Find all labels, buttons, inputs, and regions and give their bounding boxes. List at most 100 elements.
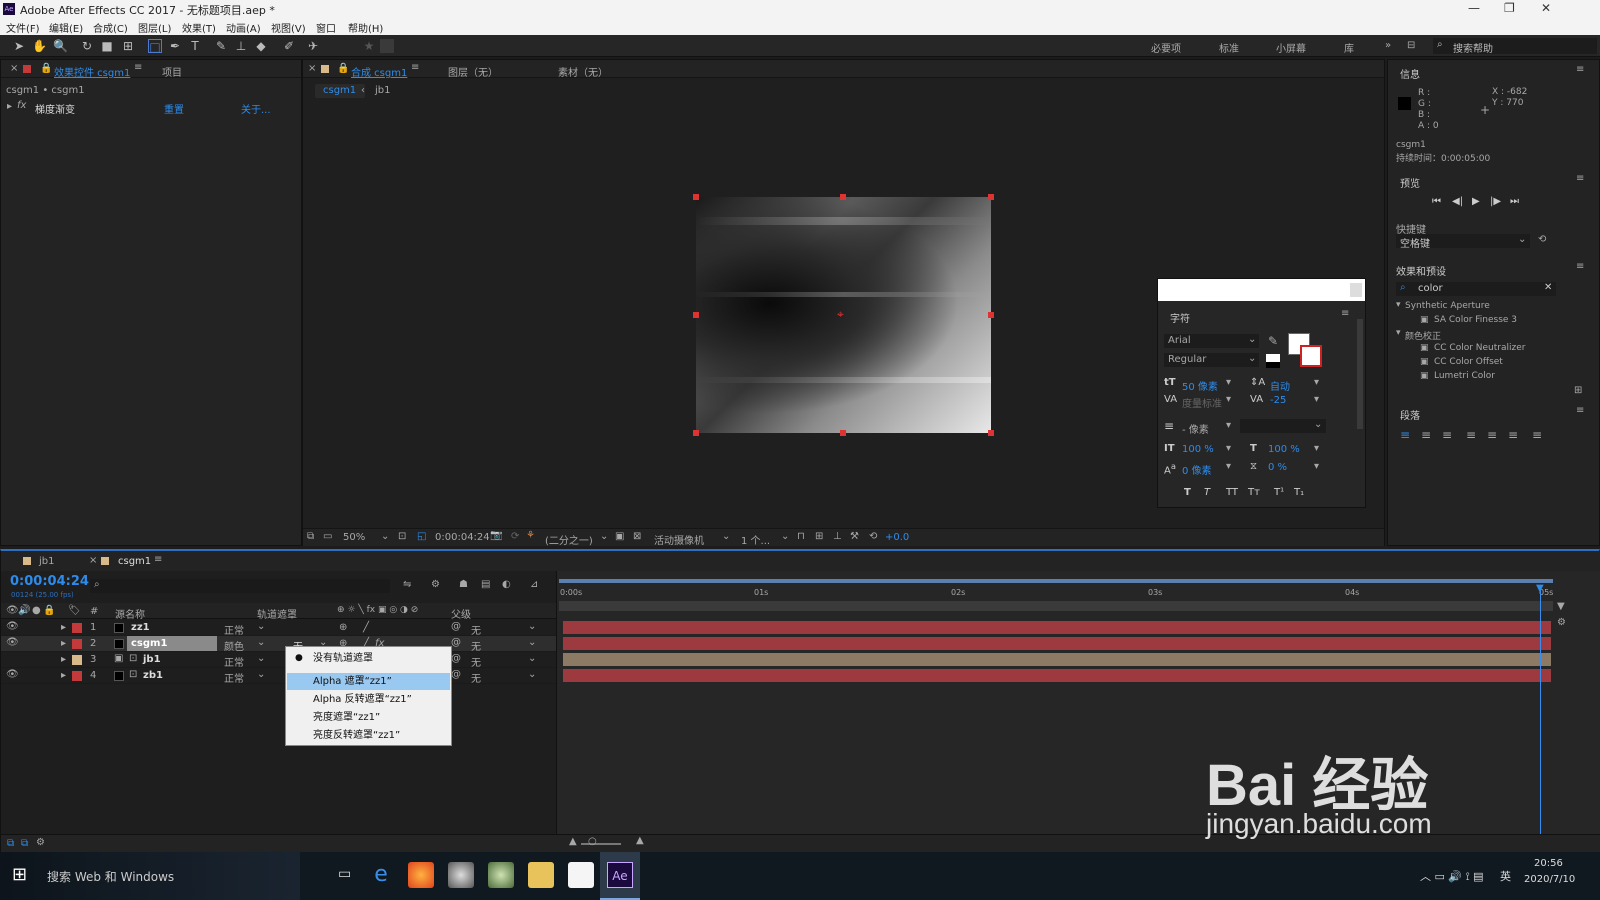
tracking-value[interactable]: -25 xyxy=(1270,395,1286,406)
zoom-tool-icon[interactable]: 🔍 xyxy=(53,39,68,53)
align-right-icon[interactable]: ≡ xyxy=(1442,428,1452,442)
layer-label-color[interactable] xyxy=(72,671,82,681)
group-expand-icon[interactable]: ▾ xyxy=(1396,328,1401,338)
effect-sa-color-finesse[interactable]: SA Color Finesse 3 xyxy=(1434,315,1517,325)
layer-bar[interactable] xyxy=(563,669,1551,682)
layer-name[interactable]: zb1 xyxy=(143,670,163,681)
layer-bar[interactable] xyxy=(563,621,1551,634)
lock-icon[interactable]: 🔒 xyxy=(337,63,349,74)
expand-arrow-icon[interactable]: ▸ xyxy=(61,654,66,665)
layer-bar[interactable] xyxy=(563,637,1551,650)
align-center-icon[interactable]: ≡ xyxy=(1421,428,1431,442)
lock-icon[interactable]: 🔒 xyxy=(40,63,52,74)
panel-scrollbar[interactable] xyxy=(1357,319,1363,429)
layer-label-color[interactable] xyxy=(72,639,82,649)
panel-menu-icon[interactable]: ≡ xyxy=(411,62,419,73)
chevron-down-icon[interactable]: ▾ xyxy=(1314,377,1319,388)
visibility-eye-icon[interactable]: 👁 xyxy=(6,637,19,648)
color-channels-icon[interactable]: ⚘ xyxy=(526,530,535,541)
transform-handle[interactable] xyxy=(693,312,699,318)
menu-help[interactable]: 帮助(H) xyxy=(348,20,383,35)
header-source-name[interactable]: 源名称 xyxy=(115,606,145,621)
expand-arrow-icon[interactable]: ▸ xyxy=(7,101,12,112)
more-workspaces-icon[interactable]: » xyxy=(1385,40,1391,51)
clone-stamp-tool-icon[interactable]: ⊥ xyxy=(234,39,248,53)
eyedropper-icon[interactable]: ✎ xyxy=(1268,334,1278,348)
previous-frame-icon[interactable]: ◀| xyxy=(1452,196,1463,207)
transform-handle[interactable] xyxy=(988,312,994,318)
chevron-down-icon[interactable]: ⌄ xyxy=(528,653,536,664)
show-snapshot-icon[interactable]: ⟳ xyxy=(511,531,519,542)
chevron-down-icon[interactable]: ▾ xyxy=(1226,443,1231,454)
layer-bar[interactable] xyxy=(563,653,1551,666)
task-view-icon[interactable]: ▭ xyxy=(338,866,351,882)
chevron-down-icon[interactable]: ⌄ xyxy=(781,531,789,542)
menu-layer[interactable]: 图层(L) xyxy=(138,20,171,35)
layer-name[interactable]: zz1 xyxy=(131,622,150,633)
panel-menu-icon[interactable]: ≡ xyxy=(1576,173,1584,184)
font-size-value[interactable]: 50 像素 xyxy=(1182,378,1218,393)
views-select[interactable]: 1 个... xyxy=(741,532,770,547)
option-no-track-matte[interactable]: ● 没有轨道遮罩 xyxy=(287,650,450,667)
comp-marker-bin-icon[interactable]: ▼ xyxy=(1557,601,1565,612)
parent-select[interactable]: 无 xyxy=(471,622,481,637)
stroke-type-select[interactable]: ⌄ xyxy=(1240,419,1326,433)
floating-panel-titlebar[interactable] xyxy=(1158,279,1365,301)
file-explorer-icon[interactable] xyxy=(528,862,554,888)
align-left-icon[interactable]: ≡ xyxy=(1400,428,1410,442)
layer-label-color[interactable] xyxy=(72,623,82,633)
group-synthetic-aperture[interactable]: Synthetic Aperture xyxy=(1405,301,1490,311)
layer-name[interactable]: jb1 xyxy=(143,654,161,665)
chevron-down-icon[interactable]: ⌄ xyxy=(528,669,536,680)
parent-select[interactable]: 无 xyxy=(471,638,481,653)
transform-handle[interactable] xyxy=(693,430,699,436)
menu-view[interactable]: 视图(V) xyxy=(271,20,306,35)
comp-mini-flowchart-icon[interactable]: ⇋ xyxy=(403,579,411,590)
first-frame-icon[interactable]: ⏮ xyxy=(1432,196,1441,207)
selection-tool-icon[interactable]: ➤ xyxy=(12,39,26,53)
close-tab-icon[interactable]: × xyxy=(308,63,316,74)
current-time-display[interactable]: 0:00:04:24 xyxy=(435,532,490,543)
layer-row[interactable]: ▸ 3 ▣ ⊡ jb1 正常 ⌄ @ 无 ⌄ xyxy=(1,652,556,669)
taskbar-search[interactable]: 搜索 Web 和 Windows xyxy=(47,868,174,885)
transform-handle[interactable] xyxy=(840,194,846,200)
tsume-value[interactable]: 0 % xyxy=(1268,462,1287,473)
chevron-down-icon[interactable]: ⌄ xyxy=(257,669,265,680)
blend-mode-select[interactable]: 正常 xyxy=(224,670,244,685)
layer-row[interactable]: 👁 ▸ 2 csgm1 颜色 ⌄ 无 ⌄ ⊕ ╱ fx @ 无 ⌄ xyxy=(1,636,556,653)
shortcut-select[interactable]: 空格键 ⌄ xyxy=(1396,234,1530,250)
chevron-down-icon[interactable]: ▾ xyxy=(1226,420,1231,431)
panel-menu-icon[interactable]: ≡ xyxy=(1576,405,1584,416)
clock-date[interactable]: 2020/7/10 xyxy=(1524,874,1575,885)
timeline-search-field[interactable]: ⌕ xyxy=(90,579,390,593)
monitor-icon[interactable]: ▭ xyxy=(323,531,332,542)
tab-project[interactable]: 项目 xyxy=(162,64,182,79)
zoom-slider-track[interactable] xyxy=(581,843,621,845)
maximize-button[interactable]: ❐ xyxy=(1504,1,1515,15)
tab-layer[interactable]: 图层（无） xyxy=(448,64,498,79)
fx-icon[interactable]: fx xyxy=(17,100,26,111)
toggle-pixel-icon[interactable]: ⊓ xyxy=(797,531,805,542)
snapshot-icon[interactable]: 📷 xyxy=(490,530,502,541)
next-frame-icon[interactable]: |▶ xyxy=(1490,196,1501,207)
shy-switch-icon[interactable]: ⊕ xyxy=(339,622,347,633)
playhead-line[interactable] xyxy=(1540,589,1541,844)
search-help-field[interactable]: ⌕ 搜索帮助 xyxy=(1433,38,1597,55)
fast-previews-icon[interactable]: ⊞ xyxy=(815,531,823,542)
chevron-down-icon[interactable]: ▾ xyxy=(1314,461,1319,472)
option-luma-inverted-matte[interactable]: 亮度反转遮罩“zz1” xyxy=(287,727,450,744)
leading-value[interactable]: 自动 xyxy=(1270,378,1290,393)
rotate-tool-icon[interactable]: ↻ xyxy=(80,39,94,53)
group-expand-icon[interactable]: ▾ xyxy=(1396,300,1401,310)
toggle-switches-icon[interactable]: ⧉ xyxy=(7,838,14,849)
play-icon[interactable]: ▶ xyxy=(1472,196,1480,207)
chevron-down-icon[interactable]: ▾ xyxy=(1226,461,1231,472)
zoom-slider-thumb-icon[interactable]: ○ xyxy=(588,836,597,847)
chevron-down-icon[interactable]: ⌄ xyxy=(381,531,389,542)
chevron-down-icon[interactable]: ⌄ xyxy=(257,637,265,648)
menu-file[interactable]: 文件(F) xyxy=(6,20,40,35)
last-frame-icon[interactable]: ⏭ xyxy=(1510,196,1519,207)
transparency-grid-icon[interactable]: ⊠ xyxy=(633,531,641,542)
panel-menu-icon[interactable]: ≡ xyxy=(134,62,142,73)
menu-animation[interactable]: 动画(A) xyxy=(226,20,261,35)
